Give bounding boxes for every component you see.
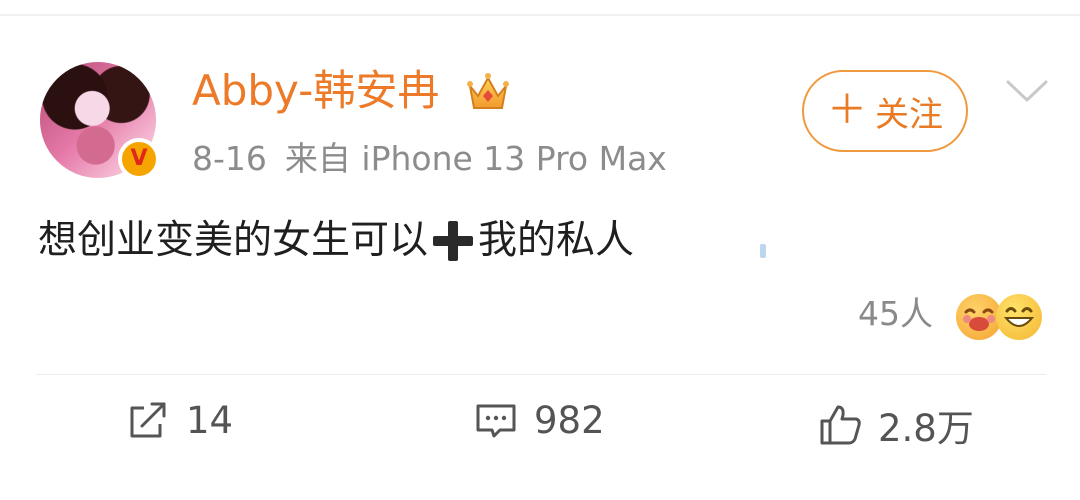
- follow-button-label: 关注: [875, 94, 943, 135]
- post-content: 想创业变美的女生可以 我的私人: [38, 218, 634, 264]
- comment-count: 982: [534, 398, 605, 442]
- post-text-after: 我的私人: [478, 217, 635, 263]
- action-bar: 14 982 2.8万: [0, 398, 1080, 462]
- like-count: 2.8万: [878, 407, 974, 450]
- grinning-emoji-icon: [996, 294, 1042, 340]
- post-source: 来自 iPhone 13 Pro Max: [284, 139, 667, 178]
- post-meta: 8-16 来自 iPhone 13 Pro Max: [192, 142, 667, 175]
- heavy-plus-icon: [433, 221, 474, 261]
- plus-icon: ＋: [827, 86, 867, 133]
- repost-icon: [130, 402, 166, 438]
- follow-button[interactable]: ＋ 关注: [802, 70, 968, 152]
- action-bar-divider: [36, 374, 1046, 375]
- repost-count: 14: [186, 398, 234, 442]
- top-divider: [0, 14, 1080, 16]
- post-date: 8-16: [192, 139, 267, 178]
- crown-icon: [467, 73, 509, 109]
- post-author-name[interactable]: Abby-韩安冉: [192, 70, 439, 112]
- thumbs-up-icon: [820, 405, 861, 445]
- reaction-count: 45人: [858, 294, 933, 333]
- like-button[interactable]: 2.8万: [818, 398, 974, 452]
- decorative-mark: [760, 244, 766, 258]
- repost-button[interactable]: 14: [126, 398, 233, 442]
- comment-icon: [476, 404, 516, 438]
- verified-badge-icon: V: [118, 138, 160, 180]
- comment-button[interactable]: 982: [474, 398, 605, 442]
- chevron-down-icon[interactable]: [1006, 80, 1048, 104]
- post-text-before: 想创业变美的女生可以: [38, 217, 429, 263]
